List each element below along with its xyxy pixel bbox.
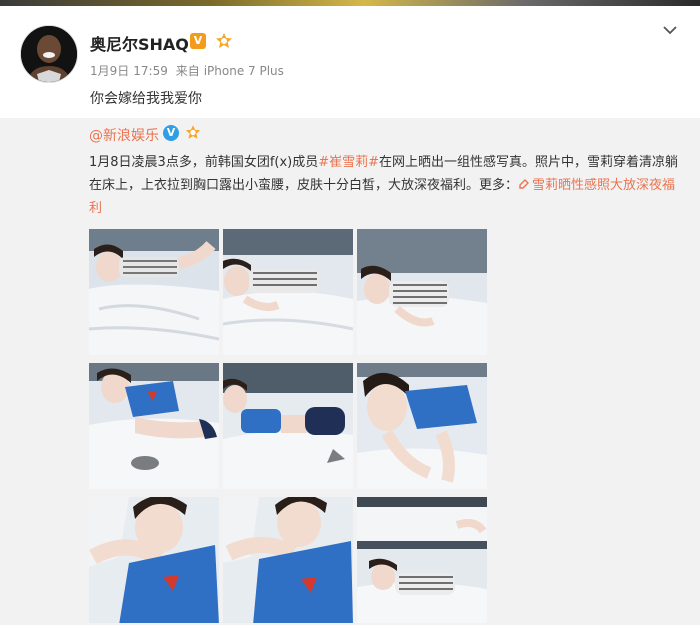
photo-thumbnail[interactable]: [357, 363, 487, 489]
verified-v-icon: V: [190, 33, 206, 49]
member-medal-icon: [185, 125, 201, 139]
user-avatar[interactable]: [20, 25, 78, 83]
post-meta: 1月9日 17:59 来自 iPhone 7 Plus: [90, 62, 288, 79]
chevron-down-icon[interactable]: [662, 24, 678, 36]
post-source-prefix: 来自: [175, 64, 200, 78]
post-time: 17:59: [133, 64, 168, 78]
photo-grid: [89, 229, 489, 625]
photo-thumbnail[interactable]: [89, 229, 219, 355]
photo-thumbnail[interactable]: [357, 229, 487, 355]
photo-thumbnail[interactable]: [223, 229, 353, 355]
post-source-device[interactable]: iPhone 7 Plus: [204, 64, 284, 78]
repost-text-part1: 1月8日凌晨3点多，前韩国女团f(x)成员: [89, 155, 319, 170]
member-medal-icon: [216, 33, 232, 48]
post-text: 你会嫁给我我爱你: [90, 91, 202, 107]
hashtag-link[interactable]: #崔雪莉#: [318, 155, 379, 170]
photo-thumbnail[interactable]: [223, 363, 353, 489]
post-date: 1月9日: [90, 64, 130, 78]
photo-thumbnail[interactable]: [89, 363, 219, 489]
photo-thumbnail[interactable]: [89, 497, 219, 623]
photo-thumbnail[interactable]: [223, 497, 353, 623]
link-icon: [519, 179, 530, 189]
post-username[interactable]: 奥尼尔SHAQ: [90, 31, 189, 55]
verified-v-icon: V: [163, 125, 179, 141]
repost-text: 1月8日凌晨3点多，前韩国女团f(x)成员#崔雪莉#在网上晒出一组性感写真。照片…: [89, 151, 679, 220]
repost-username[interactable]: @新浪娱乐: [89, 125, 159, 145]
photo-thumbnail[interactable]: [357, 497, 487, 623]
top-image-strip: [0, 0, 700, 6]
